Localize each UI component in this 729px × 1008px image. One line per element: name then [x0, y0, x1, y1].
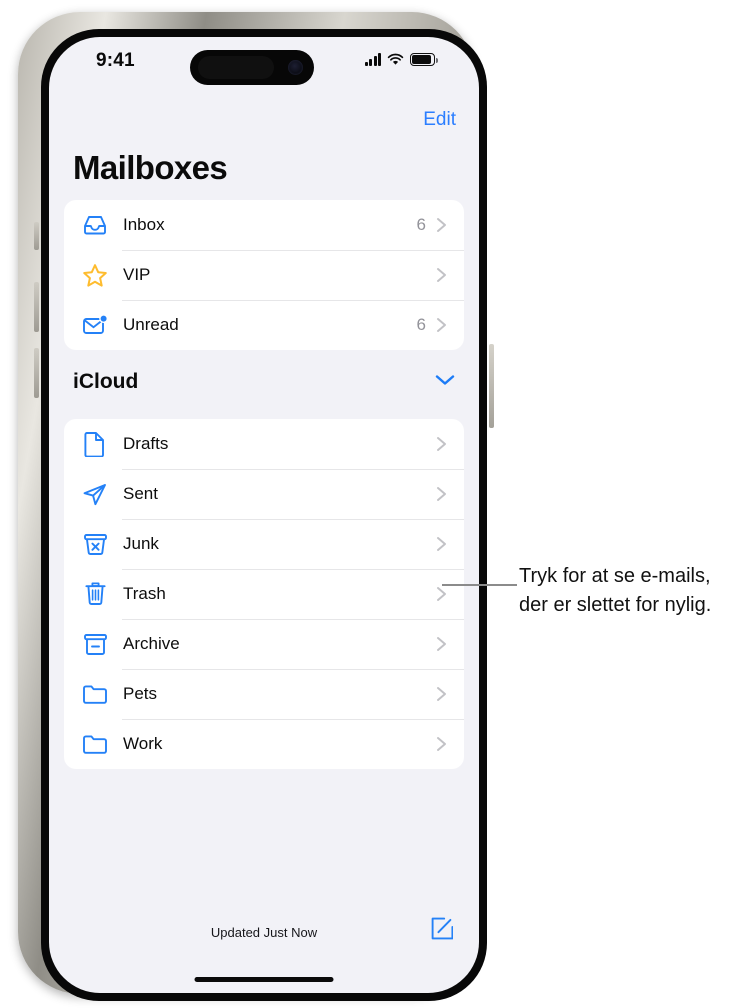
list-item-unread[interactable]: Unread 6 — [64, 300, 464, 350]
face-id-sensor — [198, 56, 274, 79]
list-item-label: VIP — [123, 265, 151, 284]
updated-status: Updated Just Now — [210, 925, 318, 940]
archive-box-icon — [79, 630, 111, 658]
status-time: 9:41 — [96, 50, 135, 71]
unread-count: 6 — [416, 215, 426, 234]
list-item-trash[interactable]: Trash — [64, 569, 464, 619]
chevron-down-icon[interactable] — [435, 374, 455, 386]
list-item-label: Junk — [123, 534, 159, 553]
list-item-vip[interactable]: VIP — [64, 250, 464, 300]
folder-icon — [79, 730, 111, 758]
paper-plane-icon — [79, 480, 111, 508]
star-icon — [79, 261, 111, 289]
volume-down-button[interactable] — [34, 348, 39, 398]
status-bar: 9:41 — [49, 37, 479, 91]
callout-leader-line — [442, 584, 517, 586]
chevron-right-icon — [437, 268, 446, 282]
primary-mailbox-list: Inbox 6 VIP Unread 6 — [64, 200, 464, 350]
phone-screen: 9:41 Edit Mailboxes Inbox 6 VIP Unread 6… — [49, 37, 479, 993]
battery-icon — [410, 53, 438, 66]
compose-icon[interactable] — [430, 917, 453, 940]
list-item-label: Sent — [123, 484, 158, 503]
chevron-right-icon — [437, 318, 446, 332]
list-item-inbox[interactable]: Inbox 6 — [64, 200, 464, 250]
list-item-archive[interactable]: Archive — [64, 619, 464, 669]
list-item-label: Work — [123, 734, 163, 753]
trash-can-icon — [79, 580, 111, 608]
chevron-right-icon — [437, 587, 446, 601]
folder-icon — [79, 680, 111, 708]
list-item-label: Drafts — [123, 434, 169, 453]
silent-switch[interactable] — [34, 222, 39, 250]
list-item-drafts[interactable]: Drafts — [64, 419, 464, 469]
list-item-pets[interactable]: Pets — [64, 669, 464, 719]
list-item-junk[interactable]: Junk — [64, 519, 464, 569]
status-icons — [364, 53, 438, 66]
volume-up-button[interactable] — [34, 282, 39, 332]
list-item-label: Trash — [123, 584, 166, 603]
home-indicator[interactable] — [194, 977, 334, 982]
list-item-work[interactable]: Work — [64, 719, 464, 769]
callout-text: Tryk for at se e-mails, der er slettet f… — [519, 565, 712, 616]
chevron-right-icon — [437, 487, 446, 501]
list-item-label: Pets — [123, 684, 158, 703]
section-header-icloud: iCloud — [73, 370, 139, 393]
page-title: Mailboxes — [73, 149, 228, 186]
dynamic-island — [190, 50, 314, 85]
chevron-right-icon — [437, 437, 446, 451]
signal-bars-icon — [364, 53, 381, 66]
chevron-right-icon — [437, 637, 446, 651]
document-icon — [79, 430, 111, 458]
wifi-icon — [387, 53, 404, 65]
chevron-right-icon — [437, 737, 446, 751]
unread-count: 6 — [416, 315, 426, 334]
chevron-right-icon — [437, 687, 446, 701]
chevron-right-icon — [437, 218, 446, 232]
unread-envelope-icon — [79, 311, 111, 339]
phone-frame: 9:41 Edit Mailboxes Inbox 6 VIP Unread 6… — [18, 12, 494, 1001]
edit-button[interactable]: Edit — [423, 109, 456, 131]
icloud-mailbox-list: Drafts Sent Junk Trash Archive Pets Work — [64, 419, 464, 769]
list-item-label: Inbox — [123, 215, 165, 234]
list-item-label: Archive — [123, 634, 180, 653]
power-button[interactable] — [489, 344, 494, 428]
list-item-label: Unread — [123, 315, 179, 334]
junk-bin-icon — [79, 530, 111, 558]
chevron-right-icon — [437, 537, 446, 551]
inbox-tray-icon — [79, 211, 111, 239]
front-camera-icon — [288, 60, 303, 75]
list-item-sent[interactable]: Sent — [64, 469, 464, 519]
